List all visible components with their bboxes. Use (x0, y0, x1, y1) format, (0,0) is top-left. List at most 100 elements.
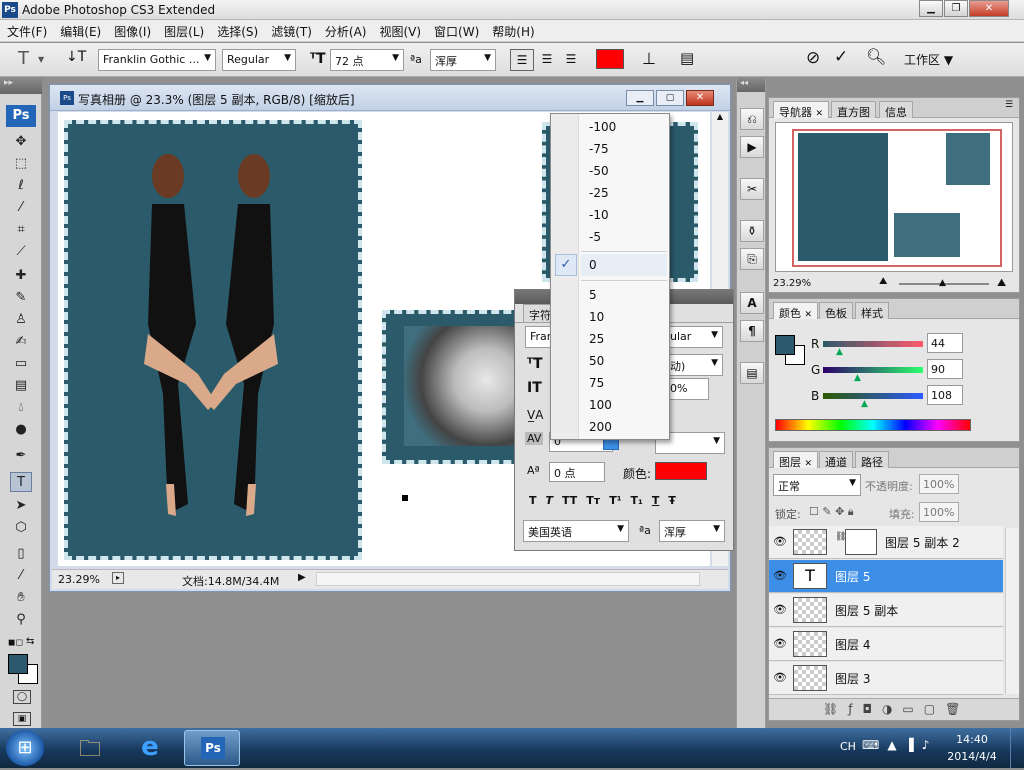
menu-analysis[interactable]: 分析(A) (318, 20, 373, 40)
maximize-button[interactable]: ❐ (944, 0, 968, 17)
visibility-eye-icon[interactable]: 👁︎ (773, 569, 787, 582)
layer-row[interactable]: 👁︎ 图层 4 (769, 628, 1003, 661)
hand-tool-icon[interactable]: ✋︎ (10, 588, 32, 608)
strikethrough-button[interactable]: Ŧ (668, 494, 676, 507)
align-left-icon[interactable]: ☰ (510, 49, 534, 71)
tracking-option[interactable]: 50 (589, 354, 604, 368)
g-slider-thumb[interactable]: ▲ (854, 373, 861, 383)
palettes-toggle-icon[interactable]: ▤ (680, 49, 694, 67)
layer-row[interactable]: 👁︎ ⛓ 图层 5 副本 2 (769, 526, 1003, 559)
input-language[interactable]: CH (840, 740, 856, 753)
document-horizontal-scrollbar[interactable] (316, 572, 700, 586)
clone-source-icon[interactable]: ⎘ (740, 248, 764, 270)
doc-maximize-button[interactable]: ▢ (656, 90, 684, 106)
warp-text-icon[interactable]: ⊥ (642, 49, 656, 68)
type-tool-icon[interactable]: T (10, 472, 32, 492)
tab-channels[interactable]: 通道 (819, 451, 853, 469)
history-panel-icon[interactable]: ⎌ (740, 108, 764, 130)
clone-stamp-icon[interactable]: ♙ (10, 310, 32, 330)
status-menu-icon[interactable]: ▸ (112, 572, 124, 584)
tracking-option[interactable]: -50 (589, 164, 609, 178)
screen-mode-icon[interactable]: ▣ (13, 712, 31, 726)
tab-swatches[interactable]: 色板 (819, 302, 853, 320)
actions-panel-icon[interactable]: ▶ (740, 136, 764, 158)
brushes-panel-icon[interactable]: ⚱ (740, 220, 764, 242)
crop-tool-icon[interactable]: ⌗ (10, 220, 32, 240)
character-color-swatch[interactable] (655, 462, 707, 480)
faux-italic-button[interactable]: T (546, 494, 554, 507)
align-center-icon[interactable]: ☰ (536, 49, 558, 71)
tracking-option[interactable]: -25 (589, 186, 609, 200)
font-size-select[interactable]: 72 点 ▼ (330, 49, 404, 71)
menu-layer[interactable]: 图层(L) (157, 20, 210, 40)
commit-edit-icon[interactable]: ✓ (834, 47, 848, 67)
dock-collapse-icon[interactable]: ◂◂ (737, 78, 765, 92)
toolbox-header[interactable]: ▸▸ (0, 78, 42, 94)
clock-date[interactable]: 2014/4/4 (944, 750, 1000, 763)
tracking-option[interactable]: 200 (589, 420, 612, 434)
menu-image[interactable]: 图像(I) (107, 20, 157, 40)
shape-tool-icon[interactable]: ⬡ (10, 518, 32, 538)
b-slider-thumb[interactable]: ▲ (861, 399, 868, 409)
menu-window[interactable]: 窗口(W) (427, 20, 485, 40)
workspace-button[interactable]: 工作区 ▼ (904, 51, 953, 68)
tab-navigator[interactable]: 导航器 ✕ (773, 101, 830, 119)
paragraph-panel-icon[interactable]: ¶ (740, 320, 764, 342)
text-orientation-icon[interactable]: ↓T (66, 49, 86, 65)
layer-row[interactable]: 👁︎ 图层 5 副本 (769, 594, 1003, 627)
magic-wand-tool-icon[interactable]: ⁄ (10, 198, 32, 218)
layer-comps-icon[interactable]: ▤ (740, 362, 764, 384)
layers-footer-buttons[interactable]: ⛓ƒ◘◑▭▢🗑︎ (769, 698, 1019, 720)
pen-tool-icon[interactable]: ✒ (10, 446, 32, 466)
tracking-option[interactable]: 100 (589, 398, 612, 412)
menu-edit[interactable]: 编辑(E) (53, 20, 107, 40)
superscript-button[interactable]: T¹ (609, 494, 621, 507)
chevron-down-icon[interactable]: ▼ (38, 55, 44, 64)
visibility-eye-icon[interactable]: 👁︎ (773, 535, 787, 548)
healing-brush-icon[interactable]: ✚ (10, 266, 32, 286)
opacity-input[interactable]: 100% (919, 474, 959, 494)
move-tool-icon[interactable]: ✥ (10, 132, 32, 152)
faux-bold-button[interactable]: T (529, 494, 537, 507)
color-foreground-swatch[interactable] (775, 335, 795, 355)
fill-input[interactable]: 100% (919, 502, 959, 522)
zoom-slider-thumb[interactable]: ▲ (939, 278, 946, 288)
visibility-eye-icon[interactable]: 👁︎ (773, 671, 787, 684)
tracking-option[interactable]: 10 (589, 310, 604, 324)
tool-presets-icon[interactable]: ✂ (740, 178, 764, 200)
blur-tool-icon[interactable]: 💧︎ (10, 398, 32, 418)
path-selection-icon[interactable]: ➤ (10, 496, 32, 516)
menu-select[interactable]: 选择(S) (210, 20, 264, 40)
tracking-option[interactable]: -10 (589, 208, 609, 222)
ie-taskbar-icon[interactable]: e (130, 732, 170, 764)
file-browser-icon[interactable]: 🔍︎ (866, 47, 886, 66)
default-colors-icon[interactable]: ◼◻ (8, 638, 23, 648)
minimize-button[interactable]: ▁ (919, 0, 943, 17)
menu-filter[interactable]: 滤镜(T) (264, 20, 318, 40)
eraser-tool-icon[interactable]: ▭ (10, 354, 32, 374)
b-value[interactable]: 108 (927, 385, 963, 405)
font-family-select[interactable]: Franklin Gothic ... ▼ (98, 49, 216, 71)
tracking-option[interactable]: -75 (589, 142, 609, 156)
notes-tool-icon[interactable]: ▯ (10, 544, 32, 564)
leading-select[interactable]: 动) ▼ (665, 354, 723, 376)
layer-row-selected[interactable]: 👁︎ T 图层 5 (769, 560, 1003, 593)
clock-time[interactable]: 14:40 (952, 733, 992, 746)
zoom-out-icon[interactable]: ⛰ (879, 276, 887, 287)
photoshop-taskbar-button[interactable]: Ps (184, 730, 240, 766)
g-slider[interactable] (823, 367, 923, 373)
visibility-eye-icon[interactable]: 👁︎ (773, 637, 787, 650)
antialias-select[interactable]: 浑厚 ▼ (430, 49, 496, 71)
tab-styles[interactable]: 样式 (855, 302, 889, 320)
underline-button[interactable]: T (652, 494, 660, 507)
gradient-tool-icon[interactable]: ▤ (10, 376, 32, 396)
tracking-option[interactable]: 25 (589, 332, 604, 346)
close-button[interactable]: ✕ (969, 0, 1009, 17)
all-caps-button[interactable]: TT (562, 494, 577, 507)
font-style-select[interactable]: Regular ▼ (222, 49, 296, 71)
horizontal-scale-input[interactable]: 0% (665, 378, 709, 400)
tracking-option-selected[interactable]: 0 (589, 258, 597, 272)
blend-mode-select[interactable]: 正常 ▼ (773, 474, 861, 496)
r-value[interactable]: 44 (927, 333, 963, 353)
start-button[interactable]: ⊞ (6, 730, 44, 766)
